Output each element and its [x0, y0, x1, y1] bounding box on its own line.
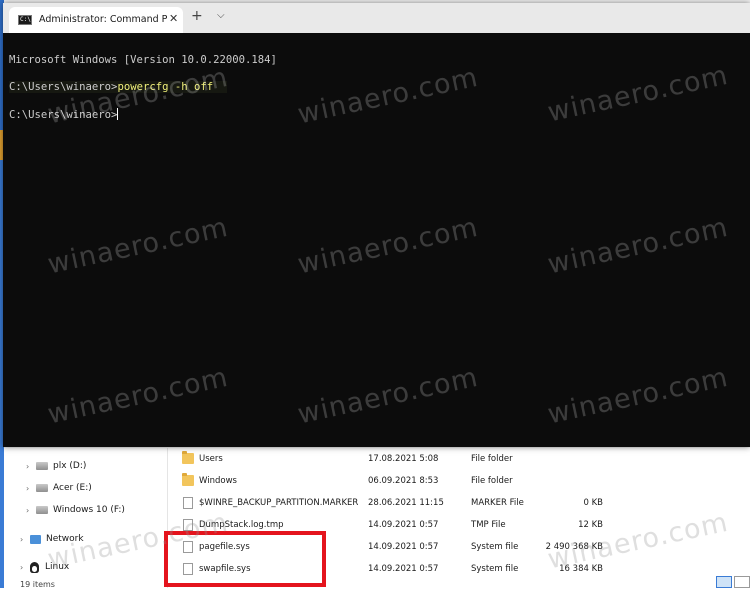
nav-item-acer-drive[interactable]: › Acer (E:)	[26, 480, 92, 496]
linux-penguin-icon	[30, 561, 39, 573]
nav-item-label: plx (D:)	[53, 461, 87, 471]
console-output[interactable]: Microsoft Windows [Version 10.0.22000.18…	[3, 33, 750, 447]
tab-title: Administrator: Command Prompt	[39, 14, 167, 25]
drive-icon	[36, 506, 48, 514]
file-size: 16 384 KB	[559, 564, 603, 574]
nav-item-label: Windows 10 (F:)	[53, 505, 125, 515]
file-name: $WINRE_BACKUP_PARTITION.MARKER	[199, 498, 359, 508]
file-name: Users	[199, 454, 223, 464]
chevron-right-icon[interactable]: ›	[20, 535, 30, 544]
tab-command-prompt[interactable]: C:\ Administrator: Command Prompt ✕	[9, 7, 183, 33]
nav-item-plx-drive[interactable]: › plx (D:)	[26, 458, 86, 474]
file-icon	[183, 541, 193, 553]
command-line: C:\Users\winaero>powercfg -h off	[9, 81, 228, 93]
chevron-right-icon[interactable]: ›	[26, 462, 36, 471]
close-icon[interactable]: ✕	[169, 12, 178, 25]
nav-item-windows10-drive[interactable]: › Windows 10 (F:)	[26, 502, 125, 518]
file-date: 14.09.2021 0:57	[368, 542, 439, 552]
version-line: Microsoft Windows [Version 10.0.22000.18…	[9, 54, 277, 66]
nav-item-label: Acer (E:)	[53, 483, 92, 493]
prompt: C:\Users\winaero>	[9, 81, 118, 93]
prompt: C:\Users\winaero>	[9, 109, 118, 121]
chevron-right-icon[interactable]: ›	[26, 484, 36, 493]
text-cursor	[117, 108, 119, 120]
details-view-button[interactable]	[716, 576, 732, 588]
file-row[interactable]: $WINRE_BACKUP_PARTITION.MARKER 28.06.202…	[168, 492, 628, 514]
tiles-view-button[interactable]	[734, 576, 750, 588]
file-name: Windows	[199, 476, 237, 486]
file-type: System file	[471, 542, 519, 552]
chevron-right-icon[interactable]: ›	[20, 563, 30, 572]
chevron-down-icon[interactable]: ⌵	[217, 10, 225, 21]
new-tab-button[interactable]: +	[191, 8, 203, 24]
file-date: 14.09.2021 0:57	[368, 564, 439, 574]
nav-item-linux[interactable]: › Linux	[20, 559, 69, 575]
file-name: pagefile.sys	[199, 542, 250, 552]
nav-item-label: Linux	[45, 562, 70, 572]
folder-icon	[182, 451, 194, 464]
command-prompt-icon: C:\	[18, 15, 32, 25]
navigation-pane: › plx (D:) › Acer (E:) › Windows 10 (F:)…	[4, 448, 168, 588]
file-type: TMP File	[471, 520, 506, 530]
file-type: File folder	[471, 476, 513, 486]
file-row[interactable]: Users 17.08.2021 5:08 File folder	[168, 448, 628, 470]
file-size: 12 KB	[578, 520, 603, 530]
chevron-right-icon[interactable]: ›	[26, 506, 36, 515]
file-icon	[183, 519, 193, 531]
drive-icon	[36, 484, 48, 492]
file-size: 2 490 368 KB	[545, 542, 603, 552]
file-name: DumpStack.log.tmp	[199, 520, 284, 530]
file-size: 0 KB	[583, 498, 603, 508]
title-bar: C:\ Administrator: Command Prompt ✕ + ⌵	[3, 3, 750, 33]
file-row[interactable]: Windows 06.09.2021 8:53 File folder	[168, 470, 628, 492]
view-switcher	[714, 576, 750, 588]
file-list: Users 17.08.2021 5:08 File folder Window…	[168, 448, 750, 588]
file-row[interactable]: DumpStack.log.tmp 14.09.2021 0:57 TMP Fi…	[168, 514, 628, 536]
file-icon	[183, 497, 193, 509]
file-date: 14.09.2021 0:57	[368, 520, 439, 530]
file-row[interactable]: pagefile.sys 14.09.2021 0:57 System file…	[168, 536, 628, 558]
nav-item-label: Network	[46, 534, 84, 544]
drive-icon	[36, 462, 48, 470]
file-date: 06.09.2021 8:53	[368, 476, 439, 486]
folder-icon	[182, 473, 194, 486]
file-date: 28.06.2021 11:15	[368, 498, 444, 508]
network-icon	[30, 534, 41, 544]
terminal-window: C:\ Administrator: Command Prompt ✕ + ⌵ …	[3, 3, 750, 447]
file-type: System file	[471, 564, 519, 574]
current-prompt-line: C:\Users\winaero>	[9, 108, 119, 121]
command-text: powercfg -h off	[117, 81, 214, 93]
file-type: MARKER File	[471, 498, 524, 508]
file-icon	[183, 563, 193, 575]
file-name: swapfile.sys	[199, 564, 251, 574]
file-row[interactable]: swapfile.sys 14.09.2021 0:57 System file…	[168, 558, 628, 580]
file-type: File folder	[471, 454, 513, 464]
file-date: 17.08.2021 5:08	[368, 454, 439, 464]
nav-item-network[interactable]: › Network	[20, 531, 84, 547]
